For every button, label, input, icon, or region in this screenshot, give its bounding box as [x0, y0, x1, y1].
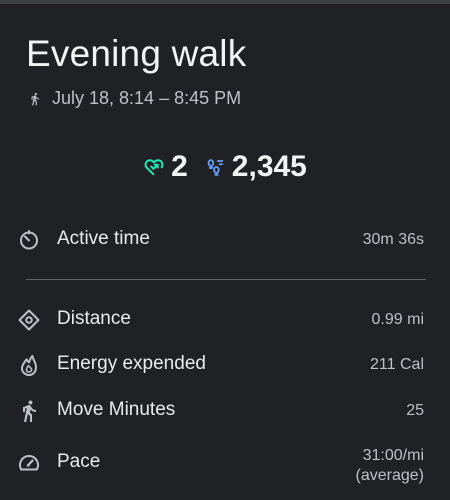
metric-distance[interactable]: Distance 0.99 mi — [0, 305, 450, 335]
metric-label: Active time — [57, 228, 150, 249]
steps-value: 2,345 — [231, 150, 307, 183]
steps-icon — [207, 159, 224, 176]
summary-stats: 2 2,345 — [0, 150, 450, 184]
activity-time-row: July 18, 8:14 – 8:45 PM — [26, 88, 246, 109]
heart-points-value: 2 — [171, 150, 188, 183]
metric-value-qualifier: (average) — [355, 467, 424, 484]
metric-value: 31:00/mi — [362, 447, 424, 464]
divider — [26, 279, 426, 280]
location-diamond-icon — [18, 309, 40, 331]
walk-icon — [31, 92, 40, 105]
metric-value: 30m 36s — [362, 231, 424, 248]
metric-label: Energy expended — [57, 353, 206, 374]
metric-energy[interactable]: Energy expended 211 Cal — [0, 350, 450, 380]
pace-value-block: 31:00/mi (average) — [356, 446, 424, 486]
metric-label: Pace — [57, 451, 101, 472]
heart-points-icon — [144, 159, 164, 176]
metric-value: 25 — [406, 402, 424, 419]
metric-value: 0.99 mi — [371, 311, 424, 328]
walk-icon — [23, 400, 36, 422]
metric-value: 211 Cal — [370, 356, 424, 373]
metric-label: Move Minutes — [57, 399, 176, 420]
activity-header: Evening walk July 18, 8:14 – 8:45 PM — [26, 32, 246, 109]
top-edge-strip — [0, 0, 450, 4]
timer-icon — [20, 230, 38, 250]
metric-move-minutes[interactable]: Move Minutes 25 — [0, 396, 450, 426]
heart-points-stat[interactable]: 2 — [143, 150, 188, 184]
speedometer-icon — [19, 455, 39, 471]
flame-icon — [21, 355, 37, 376]
metric-active-time[interactable]: Active time 30m 36s — [0, 225, 450, 255]
activity-time-range: July 18, 8:14 – 8:45 PM — [52, 88, 242, 108]
metric-label: Distance — [57, 308, 131, 329]
steps-stat[interactable]: 2,345 — [204, 150, 307, 184]
page-title: Evening walk — [26, 33, 247, 74]
